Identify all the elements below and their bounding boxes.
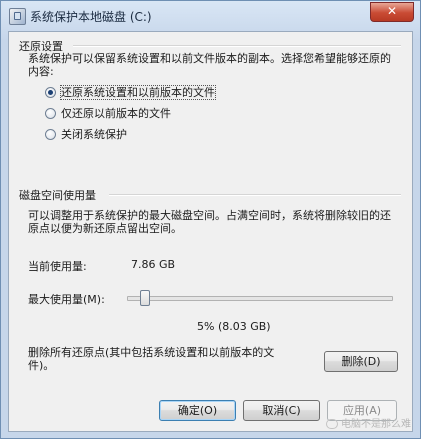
restore-settings-divider [73,45,401,47]
delete-button[interactable]: 删除(D) [324,351,398,372]
radio-restore-all[interactable] [45,86,56,98]
option-restore-all[interactable]: 还原系统设置和以前版本的文件 [45,84,216,100]
window-title: 系统保护本地磁盘 (C:) [30,10,152,24]
chat-icon [326,419,338,429]
restore-description: 系统保护可以保留系统设置和以前文件版本的副本。选择您希望能够还原的内容: [28,52,391,78]
max-usage-slider-thumb[interactable] [139,290,150,306]
option-restore-files[interactable]: 仅还原以前版本的文件 [45,105,171,121]
delete-restore-points-text: 删除所有还原点(其中包括系统设置和以前版本的文件)。 [28,346,275,372]
max-usage-value: 5% (8.03 GB) [197,320,271,333]
option-restore-files-label[interactable]: 仅还原以前版本的文件 [61,107,171,120]
max-usage-slider-track[interactable] [127,296,393,301]
ok-button[interactable]: 确定(O) [159,400,236,421]
disk-usage-description: 可以调整用于系统保护的最大磁盘空间。占满空间时，系统将删除较旧的还原点以便为新还… [28,209,391,235]
current-usage-label: 当前使用量: [28,260,87,273]
option-restore-all-label[interactable]: 还原系统设置和以前版本的文件 [60,85,216,100]
title-bar[interactable]: 系统保护本地磁盘 (C:) ✕ [1,1,420,31]
current-usage-value: 7.86 GB [131,258,176,271]
watermark-text: 电脑不是那么难 [341,419,411,430]
system-protection-icon [9,8,26,25]
close-button[interactable]: ✕ [370,2,414,22]
watermark: 电脑不是那么难 [326,415,411,430]
radio-turn-off[interactable] [45,128,56,140]
cancel-button[interactable]: 取消(C) [243,400,320,421]
max-usage-label: 最大使用量(M): [28,293,105,306]
disk-usage-heading: 磁盘空间使用量 [19,189,96,202]
option-turn-off-label[interactable]: 关闭系统保护 [61,128,127,141]
radio-restore-files[interactable] [45,107,56,119]
dialog-content: 还原设置 系统保护可以保留系统设置和以前文件版本的副本。选择您希望能够还原的内容… [8,31,413,432]
option-turn-off[interactable]: 关闭系统保护 [45,126,127,142]
disk-usage-divider [109,194,401,196]
system-protection-dialog: 系统保护本地磁盘 (C:) ✕ 还原设置 系统保护可以保留系统设置和以前文件版本… [0,0,421,439]
